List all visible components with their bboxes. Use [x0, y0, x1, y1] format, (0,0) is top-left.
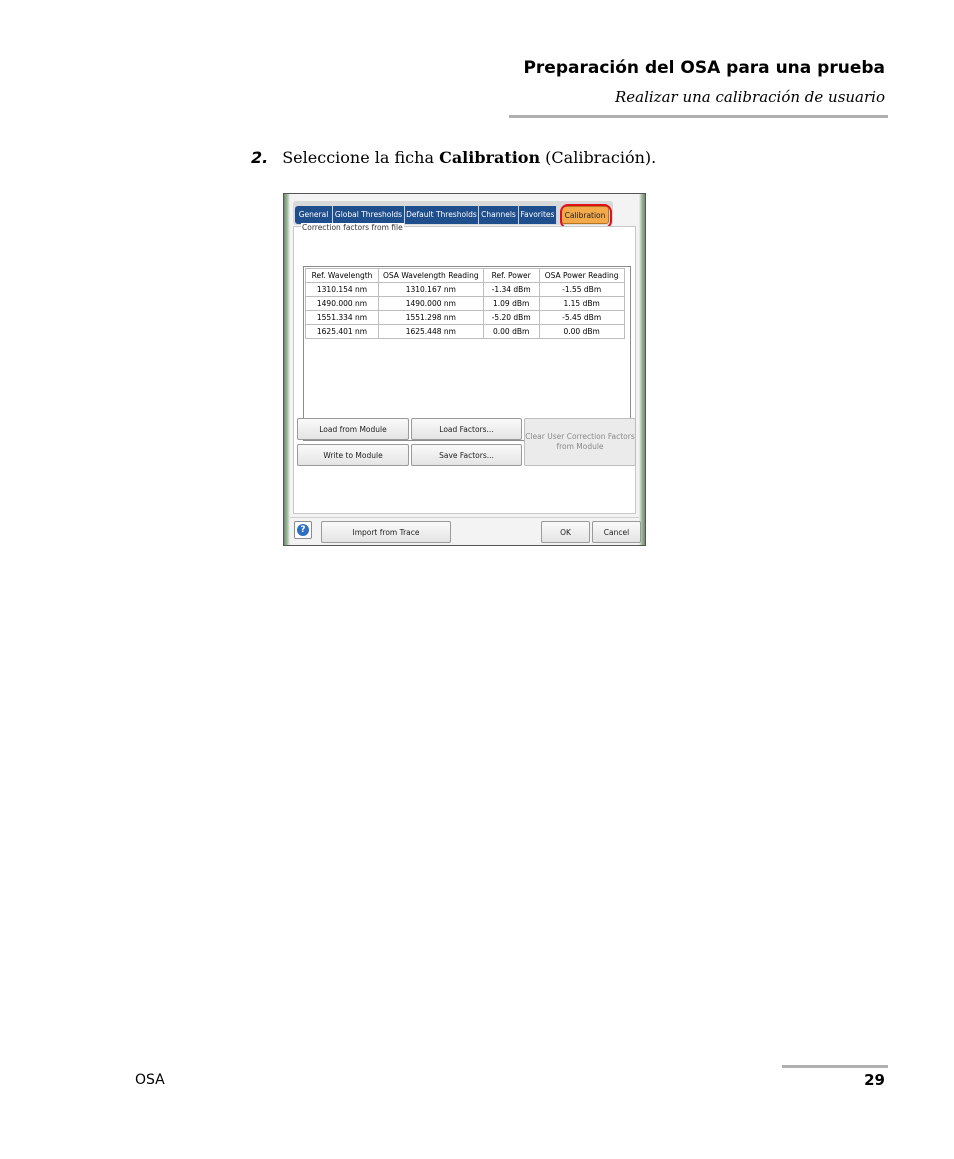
- import-from-trace-button[interactable]: Import from Trace: [321, 521, 451, 543]
- column-header: OSA Power Reading: [538, 268, 625, 283]
- clear-user-correction-button[interactable]: Clear User Correction Factors from Modul…: [524, 418, 636, 466]
- table-cell: 1310.154 nm: [305, 282, 379, 297]
- correction-table[interactable]: Ref. Wavelength OSA Wavelength Reading R…: [305, 268, 625, 339]
- write-to-module-button[interactable]: Write to Module: [297, 444, 409, 466]
- step-bold: Calibration: [439, 148, 541, 167]
- table-cell: 1.09 dBm: [482, 296, 540, 311]
- step-number: 2.: [251, 148, 269, 167]
- step-text: Seleccione la ficha: [282, 148, 440, 167]
- save-factors-button[interactable]: Save Factors...: [411, 444, 522, 466]
- footer-product: OSA: [135, 1072, 165, 1088]
- tab-general[interactable]: General: [295, 206, 333, 224]
- tab-channels[interactable]: Channels: [479, 206, 519, 224]
- page-number: 29: [864, 1071, 885, 1089]
- column-header: Ref. Wavelength: [305, 268, 379, 283]
- table-row[interactable]: 1490.000 nm 1490.000 nm 1.09 dBm 1.15 dB…: [305, 296, 625, 311]
- dialog-bottom-bar: ? Import from Trace OK Cancel: [290, 517, 641, 543]
- dialog-screenshot: General Global Thresholds Default Thresh…: [283, 193, 646, 546]
- step-text-after: (Calibración).: [540, 148, 657, 167]
- table-row[interactable]: 1551.334 nm 1551.298 nm -5.20 dBm -5.45 …: [305, 310, 625, 325]
- column-header: Ref. Power: [482, 268, 540, 283]
- group-label: Correction factors from file: [301, 223, 404, 232]
- tab-bar: General Global Thresholds Default Thresh…: [293, 201, 613, 229]
- table-cell: 1551.334 nm: [305, 310, 379, 325]
- table-cell: 1625.401 nm: [305, 324, 379, 339]
- table-cell: -1.34 dBm: [482, 282, 540, 297]
- load-factors-button[interactable]: Load Factors...: [411, 418, 522, 440]
- calibration-panel: Ref. Wavelength OSA Wavelength Reading R…: [293, 223, 636, 514]
- step-instruction: 2. Seleccione la ficha Calibration (Calib…: [251, 148, 656, 167]
- table-row[interactable]: 1625.401 nm 1625.448 nm 0.00 dBm 0.00 dB…: [305, 324, 625, 339]
- footer-rule: [782, 1065, 888, 1068]
- table-cell: 1310.167 nm: [378, 282, 484, 297]
- header-subtitle: Realizar una calibración de usuario: [614, 88, 885, 106]
- cancel-button[interactable]: Cancel: [592, 521, 641, 543]
- settings-dialog: General Global Thresholds Default Thresh…: [290, 198, 641, 543]
- table-cell: 1625.448 nm: [378, 324, 484, 339]
- help-icon: ?: [297, 524, 309, 536]
- table-cell: -1.55 dBm: [538, 282, 625, 297]
- header-title: Preparación del OSA para una prueba: [523, 58, 885, 78]
- tab-default-thresholds[interactable]: Default Thresholds: [405, 206, 479, 224]
- tab-global-thresholds[interactable]: Global Thresholds: [333, 206, 405, 224]
- table-cell: -5.45 dBm: [538, 310, 625, 325]
- tab-favorites[interactable]: Favorites: [519, 206, 557, 224]
- table-cell: 1551.298 nm: [378, 310, 484, 325]
- column-header: OSA Wavelength Reading: [378, 268, 484, 283]
- table-header-row: Ref. Wavelength OSA Wavelength Reading R…: [305, 268, 625, 283]
- table-cell: 0.00 dBm: [538, 324, 625, 339]
- table-cell: 1490.000 nm: [378, 296, 484, 311]
- correction-group: Ref. Wavelength OSA Wavelength Reading R…: [303, 266, 631, 441]
- table-cell: -5.20 dBm: [482, 310, 540, 325]
- ok-button[interactable]: OK: [541, 521, 590, 543]
- table-cell: 0.00 dBm: [482, 324, 540, 339]
- header-rule: [509, 115, 888, 118]
- table-cell: 1.15 dBm: [538, 296, 625, 311]
- table-row[interactable]: 1310.154 nm 1310.167 nm -1.34 dBm -1.55 …: [305, 282, 625, 297]
- table-cell: 1490.000 nm: [305, 296, 379, 311]
- help-button[interactable]: ?: [294, 521, 312, 539]
- load-from-module-button[interactable]: Load from Module: [297, 418, 409, 440]
